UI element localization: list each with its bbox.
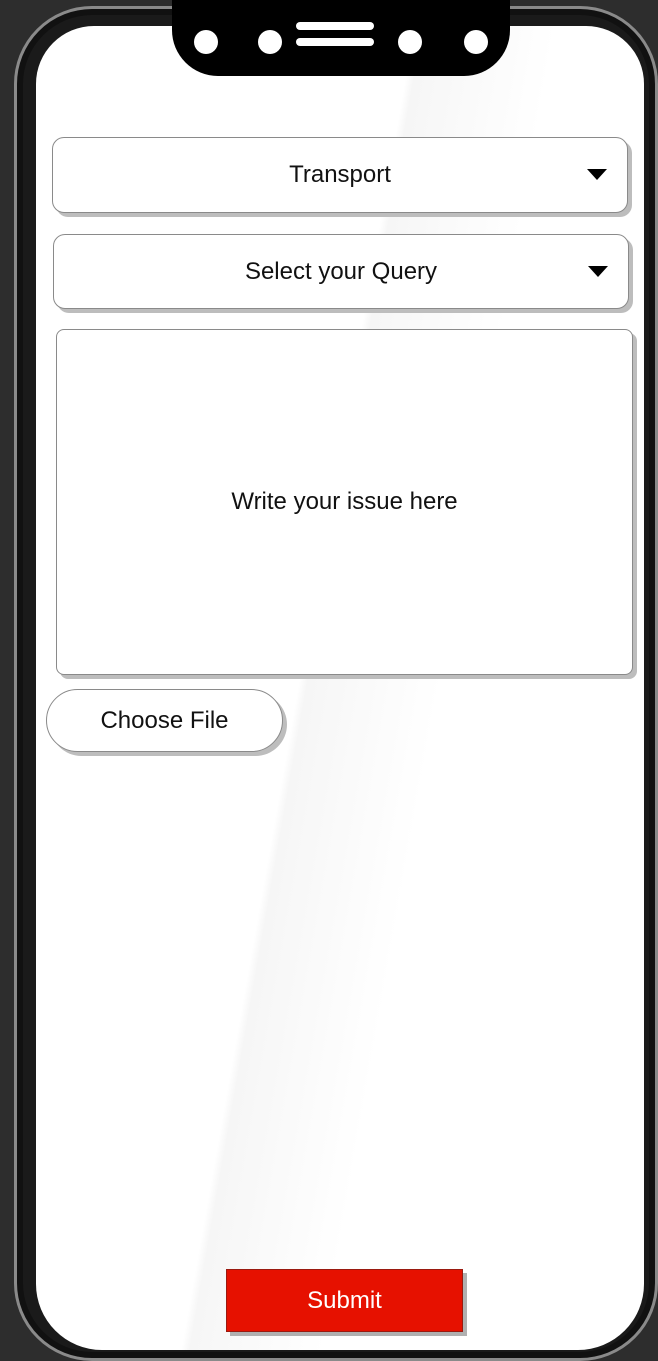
camera-dot-icon <box>194 30 218 54</box>
issue-textarea[interactable]: Write your issue here <box>56 329 633 675</box>
phone-notch <box>172 0 510 76</box>
caret-down-icon <box>588 265 608 277</box>
query-select-value: Select your Query <box>244 257 438 285</box>
submit-label: Submit <box>307 1286 382 1314</box>
choose-file-button[interactable]: Choose File <box>46 689 283 752</box>
speaker-bar-icon <box>296 38 374 46</box>
category-select[interactable]: Transport <box>52 137 628 213</box>
choose-file-label: Choose File <box>100 706 229 734</box>
speaker-bar-icon <box>296 22 374 30</box>
submit-button[interactable]: Submit <box>226 1269 463 1332</box>
caret-down-icon <box>587 169 607 180</box>
category-select-value: Transport <box>289 161 391 188</box>
query-select[interactable]: Select your Query <box>53 234 629 309</box>
phone-screen <box>36 26 644 1350</box>
sensor-dot-icon <box>398 30 422 54</box>
sensor-dot-icon <box>258 30 282 54</box>
issue-textarea-placeholder: Write your issue here <box>231 488 458 515</box>
sensor-dot-icon <box>464 30 488 54</box>
